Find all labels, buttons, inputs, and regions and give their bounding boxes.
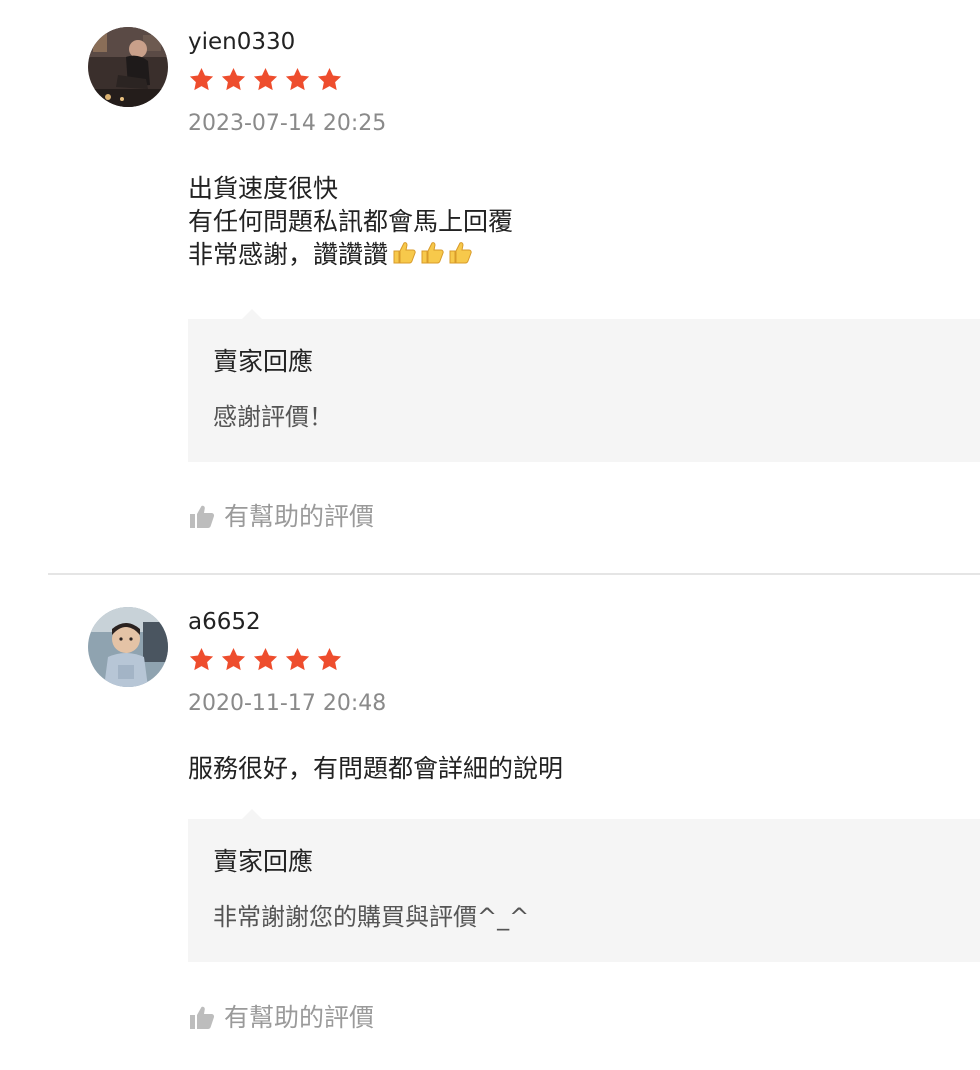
avatar-photo: [88, 27, 168, 107]
seller-reply-text: 非常謝謝您的購買與評價^_^: [213, 903, 530, 931]
reply-notch: [242, 309, 262, 319]
thumbs-up-emoji: [449, 242, 472, 264]
thumbs-up-emoji: [421, 242, 444, 264]
helpful-label: 有幫助的評價: [224, 502, 375, 531]
review-timestamp: 2020-11-17 20:48: [188, 691, 387, 716]
star-icon: [189, 648, 214, 671]
username: a6652: [188, 609, 261, 635]
seller-reply: 賣家回應 感謝評價！: [188, 309, 980, 462]
review-content-line: 服務很好，有問題都會詳細的說明: [188, 754, 564, 783]
seller-reply: 賣家回應 非常謝謝您的購買與評價^_^: [188, 809, 980, 962]
star-icon: [317, 648, 342, 671]
star-icon: [189, 68, 214, 91]
thumbs-up-icon: [190, 505, 215, 528]
seller-reply-text: 感謝評價！: [213, 403, 333, 431]
review-item: yien0330 2023-07-14 20:25 出貨速度很快 有任何問題私訊…: [0, 0, 980, 575]
star-icon: [221, 648, 246, 671]
star-icon: [285, 68, 310, 91]
star-rating: [188, 646, 343, 673]
review-content-line-with-emoji: 非常感謝，讚讚讚: [188, 238, 513, 271]
avatar[interactable]: [88, 607, 168, 687]
review-content-line: 有任何問題私訊都會馬上回覆: [188, 207, 514, 236]
thumbs-up-emoji-group: [390, 238, 474, 266]
reply-notch: [242, 809, 262, 819]
star-icon: [253, 648, 278, 671]
seller-reply-title: 賣家回應: [213, 347, 314, 376]
star-rating: [188, 66, 343, 93]
star-icon: [317, 68, 342, 91]
star-icon: [221, 68, 246, 91]
thumbs-up-emoji: [393, 242, 416, 264]
star-icon: [253, 68, 278, 91]
helpful-label: 有幫助的評價: [224, 1003, 375, 1032]
avatar[interactable]: [88, 27, 168, 107]
review-content-line: 出貨速度很快: [188, 174, 339, 203]
review-content: 服務很好，有問題都會詳細的說明: [188, 752, 563, 785]
star-icon: [285, 648, 310, 671]
review-item: a6652 2020-11-17 20:48 服務很好，有問題都會詳細的說明 賣…: [0, 580, 980, 1070]
review-divider: [48, 573, 980, 575]
review-timestamp: 2023-07-14 20:25: [188, 111, 387, 136]
thumbs-up-icon: [190, 1006, 215, 1029]
username: yien0330: [188, 29, 296, 55]
seller-reply-title: 賣家回應: [213, 847, 314, 876]
avatar-photo: [88, 607, 168, 687]
helpful-button[interactable]: 有幫助的評價: [188, 1003, 374, 1033]
review-content-text: 非常感謝，讚讚讚: [188, 240, 389, 269]
helpful-button[interactable]: 有幫助的評價: [188, 502, 374, 532]
review-list: yien0330 2023-07-14 20:25 出貨速度很快 有任何問題私訊…: [0, 0, 980, 1070]
review-content: 出貨速度很快 有任何問題私訊都會馬上回覆 非常感謝，讚讚讚: [188, 172, 513, 271]
